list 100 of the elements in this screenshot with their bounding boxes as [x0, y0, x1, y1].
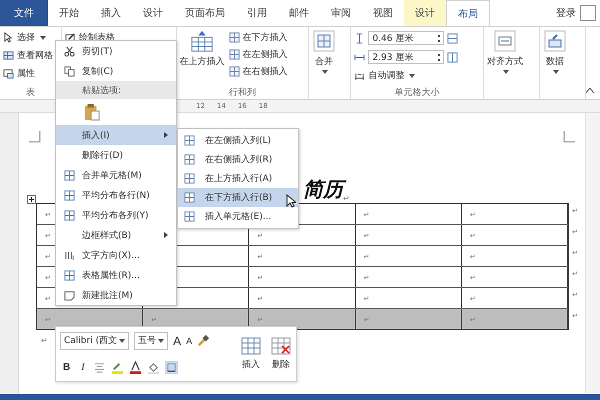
bold-button[interactable]: B [60, 362, 74, 373]
ribbon-tab[interactable]: 插入 [90, 0, 132, 26]
cursor-icon [3, 32, 14, 43]
menu-item[interactable]: 合并单元格(M) [56, 165, 176, 185]
copy-icon [64, 66, 74, 76]
text-direction-icon [64, 250, 74, 260]
group-label: 行和列 [228, 86, 257, 99]
grid-icon [3, 50, 14, 61]
menu-item[interactable]: 复制(C) [56, 61, 176, 81]
crop-mark-icon [29, 131, 41, 143]
insert-button[interactable]: 在右侧插入 [228, 63, 288, 80]
menu-item[interactable]: 插入单元格(E)... [178, 207, 298, 226]
data-icon [542, 29, 567, 53]
insert-column-left-icon [184, 135, 195, 146]
view-gridlines-button[interactable]: 查看网格 [3, 47, 58, 64]
ribbon-tab[interactable]: 设计 [404, 0, 446, 26]
insert-button[interactable]: 在下方插入 [228, 29, 288, 46]
paragraph-mark: ↵ [41, 336, 48, 345]
menu-item[interactable]: 在右侧插入列(R) [178, 150, 298, 169]
insert-button[interactable]: 插入 [242, 358, 260, 371]
properties-icon [3, 68, 14, 79]
insert-cells-icon [184, 211, 195, 222]
autofit-button[interactable]: 自动调整 [354, 67, 480, 84]
insert-column-left-icon [228, 49, 240, 60]
menu-item[interactable]: 平均分布各行(N) [56, 185, 176, 205]
select-button[interactable]: 选择 [3, 29, 58, 46]
insert-column-right-icon [184, 154, 195, 165]
caret-icon [552, 70, 559, 74]
shrink-font-button[interactable]: A [186, 336, 192, 346]
merge-button[interactable]: 合并 [312, 29, 336, 99]
shading-icon[interactable] [146, 361, 160, 374]
distribute-rows-icon [64, 190, 74, 200]
caret-icon [322, 70, 328, 74]
ribbon-tab[interactable]: 视图 [362, 0, 404, 26]
ribbon-tab[interactable]: 引用 [236, 0, 278, 26]
insert-row-above-icon [190, 29, 214, 53]
table-properties-icon [64, 270, 74, 280]
caret-icon [40, 36, 46, 40]
distribute-columns-icon [64, 210, 74, 220]
crop-mark-icon [563, 131, 575, 143]
delete-button[interactable]: 删除 [272, 358, 290, 371]
insert-row-above-icon [184, 173, 195, 184]
insert-row-below-icon [228, 32, 240, 43]
menu-item[interactable]: 在上方插入行(A) [178, 169, 298, 188]
ribbon-tab[interactable]: 布局 [446, 0, 490, 26]
ribbon-tab[interactable]: 开始 [48, 0, 90, 26]
comment-icon [64, 290, 74, 300]
ribbon-tab[interactable]: 审阅 [320, 0, 362, 26]
vertical-scrollbar[interactable] [585, 113, 600, 394]
table-move-handle-icon[interactable] [27, 195, 36, 204]
distribute-rows-icon [447, 32, 458, 44]
height-field[interactable]: 0.46 厘米 [368, 31, 444, 45]
data-button[interactable]: 数据 [542, 29, 567, 99]
row-height-icon [354, 32, 366, 44]
spin-arrows-icon [438, 35, 440, 42]
insert-row-below-icon [184, 192, 195, 203]
font-name-field[interactable]: Calibri (西文 [60, 332, 130, 350]
properties-button[interactable]: 属性 [3, 65, 58, 82]
menu-item[interactable]: 在下方插入行(B) [178, 188, 298, 207]
ribbon-tab[interactable]: 邮件 [278, 0, 320, 26]
menu-item[interactable]: 插入(I) [56, 125, 176, 145]
caret-icon [502, 70, 509, 74]
font-size-field[interactable]: 五号 [134, 332, 168, 350]
paste-options-header: 粘贴选项: [56, 81, 176, 99]
menu-item[interactable]: 删除行(D) [56, 145, 176, 165]
clipboard-icon[interactable] [84, 103, 100, 121]
alignment-icon [492, 29, 517, 53]
group-label: 单元格大小 [394, 86, 441, 99]
scissors-icon [64, 46, 74, 56]
ribbon-tab[interactable]: 设计 [132, 0, 174, 26]
insert-table-icon[interactable] [241, 337, 261, 355]
align-center-icon[interactable] [92, 361, 106, 374]
sign-in-link[interactable]: 登录 [556, 6, 576, 20]
caret-icon [158, 338, 164, 342]
insert-above-button[interactable]: 在上方插入 [180, 29, 225, 86]
spin-arrows-icon [438, 54, 440, 61]
borders-icon[interactable] [164, 361, 178, 374]
paintbrush-icon[interactable] [197, 334, 210, 347]
italic-button[interactable]: I [78, 362, 88, 373]
highlighter-icon[interactable] [110, 361, 124, 374]
ribbon-tab[interactable]: 页面布局 [174, 0, 236, 26]
caret-icon [119, 338, 126, 342]
alignment-button[interactable]: 对齐方式 [486, 29, 523, 99]
collapse-ribbon-icon[interactable] [586, 88, 594, 93]
menu-item[interactable]: 在左侧插入列(L) [178, 131, 298, 150]
merge-cells-icon [64, 170, 74, 180]
file-tab[interactable]: 文件 [0, 0, 48, 26]
delete-table-icon[interactable] [271, 337, 291, 355]
grow-font-button[interactable]: A [173, 334, 182, 348]
font-color-icon[interactable] [128, 361, 142, 374]
group-label: 表 [24, 86, 36, 99]
width-field[interactable]: 2.93 厘米 [368, 50, 444, 64]
avatar-icon [580, 5, 596, 21]
submenu-arrow-icon [164, 232, 168, 238]
caret-icon [409, 74, 416, 78]
insert-column-right-icon [228, 66, 240, 77]
merge-cells-icon [312, 29, 336, 53]
insert-button[interactable]: 在左侧插入 [228, 46, 288, 63]
submenu-arrow-icon [164, 132, 168, 138]
menu-item[interactable]: 剪切(T) [56, 41, 176, 61]
